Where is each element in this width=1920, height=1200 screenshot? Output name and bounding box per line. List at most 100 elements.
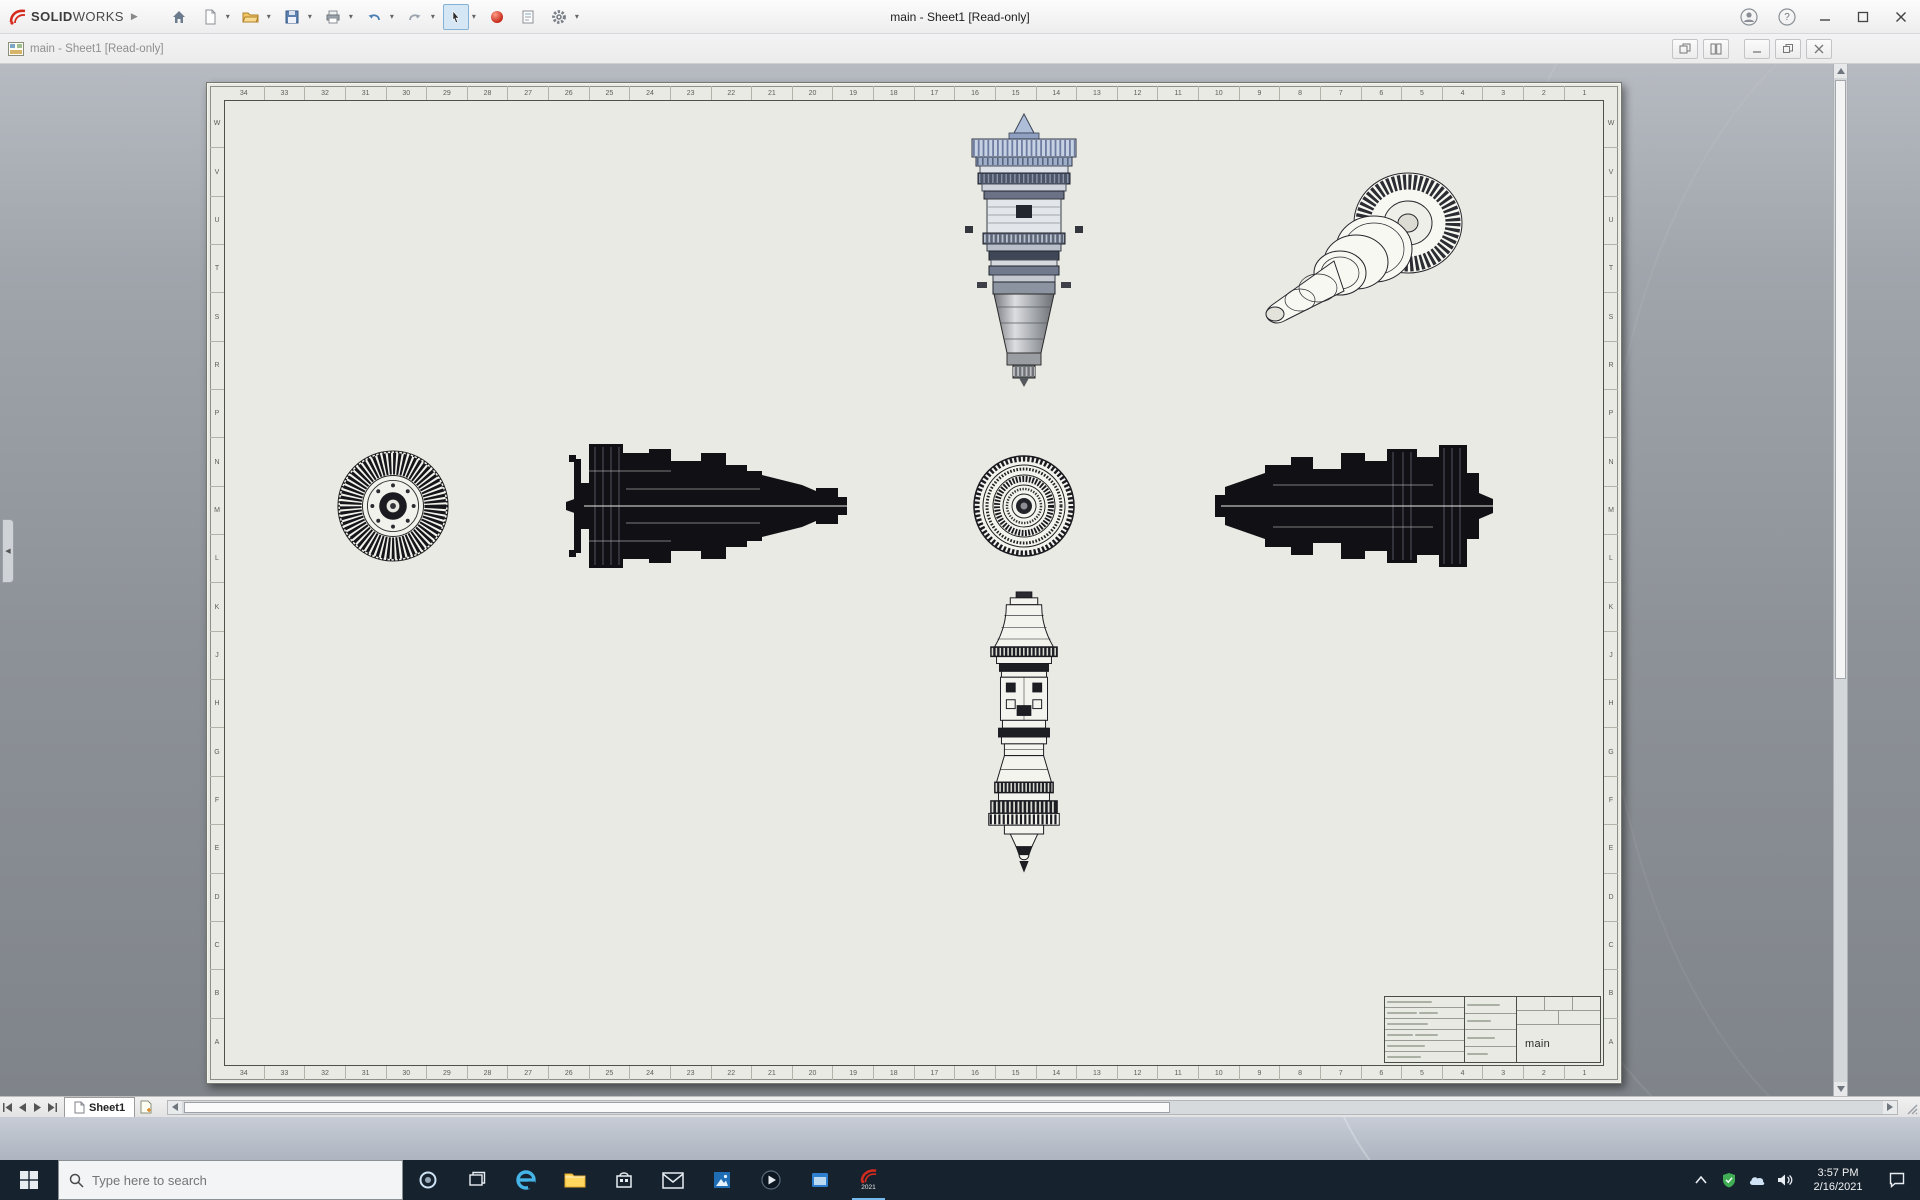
add-sheet-button[interactable] [135, 1098, 157, 1117]
hidden-icons-chevron[interactable] [1688, 1160, 1714, 1200]
tab-sheet1[interactable]: Sheet1 [64, 1097, 136, 1117]
onedrive-cloud-icon[interactable] [1744, 1160, 1770, 1200]
zone-label: 13 [1076, 86, 1117, 100]
action-center-button[interactable] [1878, 1160, 1916, 1200]
open-dropdown-caret[interactable]: ▾ [264, 12, 274, 21]
drawing-viewport[interactable]: ◀ 34 33 32 31 30 29 28 27 26 25 24 23 22 21 20 19 18 17 16… [0, 64, 1920, 1096]
drawing-view-front-shaded[interactable] [963, 110, 1085, 410]
search-input[interactable] [92, 1172, 372, 1188]
zone-label: 5 [1401, 86, 1442, 100]
task-view-button[interactable] [452, 1160, 501, 1200]
zone-label: 5 [1401, 1066, 1442, 1080]
solidworks-taskbar-button[interactable]: 2021 [844, 1160, 893, 1200]
options-button[interactable] [546, 4, 572, 30]
next-sheet-button[interactable] [30, 1098, 45, 1117]
vertical-scrollbar-thumb[interactable] [1835, 80, 1846, 679]
open-button[interactable] [238, 4, 264, 30]
taskbar-clock[interactable]: 3:57 PM 2/16/2021 [1800, 1160, 1876, 1200]
file-properties-button[interactable] [515, 4, 541, 30]
store-icon [615, 1172, 632, 1188]
zone-label: U [210, 195, 224, 244]
feature-panel-collapse-tab[interactable]: ◀ [2, 519, 14, 583]
doc-close-button[interactable] [1806, 38, 1832, 59]
sphere-button[interactable] [484, 4, 510, 30]
titlebar-controls: ? [1730, 0, 1920, 34]
taskbar-search[interactable] [58, 1160, 403, 1200]
horizontal-scrollbar[interactable] [167, 1099, 1898, 1115]
redo-button[interactable] [402, 4, 428, 30]
redo-dropdown-caret[interactable]: ▾ [428, 12, 438, 21]
scroll-left-arrow[interactable] [168, 1100, 183, 1114]
user-account-button[interactable] [1730, 0, 1768, 34]
last-sheet-button[interactable] [45, 1098, 60, 1117]
undo-dropdown-caret[interactable]: ▾ [387, 12, 397, 21]
zone-label: A [1604, 1017, 1618, 1066]
options-dropdown-caret[interactable]: ▾ [572, 12, 582, 21]
mail-button[interactable] [648, 1160, 697, 1200]
drawing-view-fan-front[interactable] [334, 447, 452, 565]
cortana-button[interactable] [403, 1160, 452, 1200]
drawing-view-isometric[interactable] [1238, 165, 1478, 337]
task-view-icon [468, 1171, 485, 1186]
select-dropdown-caret[interactable]: ▾ [469, 12, 479, 21]
drawing-sheet[interactable]: 34 33 32 31 30 29 28 27 26 25 24 23 22 21 20 19 18 17 16 15… [206, 82, 1622, 1084]
window-resize-grip[interactable] [1902, 1098, 1920, 1117]
document-title: main - Sheet1 [Read-only] [30, 42, 164, 55]
cortana-icon [419, 1171, 436, 1189]
prev-sheet-button[interactable] [15, 1098, 30, 1117]
cascade-icon [1679, 43, 1691, 53]
zone-label: 31 [344, 1066, 386, 1080]
zone-label: 3 [1482, 86, 1523, 100]
drawing-view-side-left[interactable] [564, 441, 858, 571]
minimize-button[interactable] [1806, 0, 1844, 34]
zone-label: 18 [873, 1066, 914, 1080]
file-explorer-button[interactable] [550, 1160, 599, 1200]
horizontal-scrollbar-thumb[interactable] [184, 1101, 1170, 1113]
scroll-down-arrow[interactable] [1834, 1082, 1847, 1096]
media-player-button[interactable] [746, 1160, 795, 1200]
print-button[interactable] [320, 4, 346, 30]
scroll-up-arrow[interactable] [1834, 64, 1847, 78]
new-document-dropdown-caret[interactable]: ▾ [223, 12, 233, 21]
photos-button[interactable] [697, 1160, 746, 1200]
volume-icon[interactable] [1772, 1160, 1798, 1200]
undo-button[interactable] [361, 4, 387, 30]
home-button[interactable] [166, 4, 192, 30]
sheet-tab-bar: Sheet1 [0, 1096, 1920, 1117]
zone-row-top: 34 33 32 31 30 29 28 27 26 25 24 23 22 21 20 19 18 17 16 15… [224, 86, 1604, 100]
drawing-view-side-right[interactable] [1213, 443, 1501, 569]
first-sheet-button[interactable] [0, 1098, 15, 1117]
drawing-view-rear[interactable] [964, 446, 1084, 566]
print-dropdown-caret[interactable]: ▾ [346, 12, 356, 21]
edge-button[interactable] [501, 1160, 550, 1200]
brand-expand-arrow[interactable]: ▶ [131, 11, 138, 22]
drawing-view-bottom[interactable] [975, 589, 1073, 885]
doc-cascade-button[interactable] [1672, 38, 1698, 59]
save-button[interactable] [279, 4, 305, 30]
app-titlebar: SOLIDWORKS ▶ ▾ ▾ ▾ ▾ ▾ ▾ ▾ ▾ main - Shee… [0, 0, 1920, 34]
doc-close-icon [1814, 44, 1824, 53]
maximize-icon [1857, 11, 1869, 23]
print-icon [326, 10, 340, 23]
help-button[interactable]: ? [1768, 0, 1806, 34]
doc-minimize-button[interactable] [1744, 38, 1770, 59]
doc-restore-button[interactable] [1775, 38, 1801, 59]
app-window-button[interactable] [795, 1160, 844, 1200]
zone-label: 13 [1076, 1066, 1117, 1080]
security-shield-icon[interactable] [1716, 1160, 1742, 1200]
store-button[interactable] [599, 1160, 648, 1200]
zone-label: M [210, 485, 224, 534]
scroll-right-arrow[interactable] [1883, 1100, 1897, 1114]
zone-label: R [1604, 340, 1618, 389]
zone-label: 10 [1198, 86, 1239, 100]
save-dropdown-caret[interactable]: ▾ [305, 12, 315, 21]
new-document-button[interactable] [197, 4, 223, 30]
start-button[interactable] [0, 1160, 58, 1200]
title-block[interactable]: main [1384, 996, 1601, 1063]
vertical-scrollbar[interactable] [1833, 64, 1848, 1096]
select-button[interactable] [442, 3, 469, 30]
maximize-button[interactable] [1844, 0, 1882, 34]
close-button[interactable] [1882, 0, 1920, 34]
doc-tile-button[interactable] [1703, 38, 1729, 59]
zone-col-left: W VUTSRPNMLKJHGFEDCBA [210, 100, 224, 1066]
